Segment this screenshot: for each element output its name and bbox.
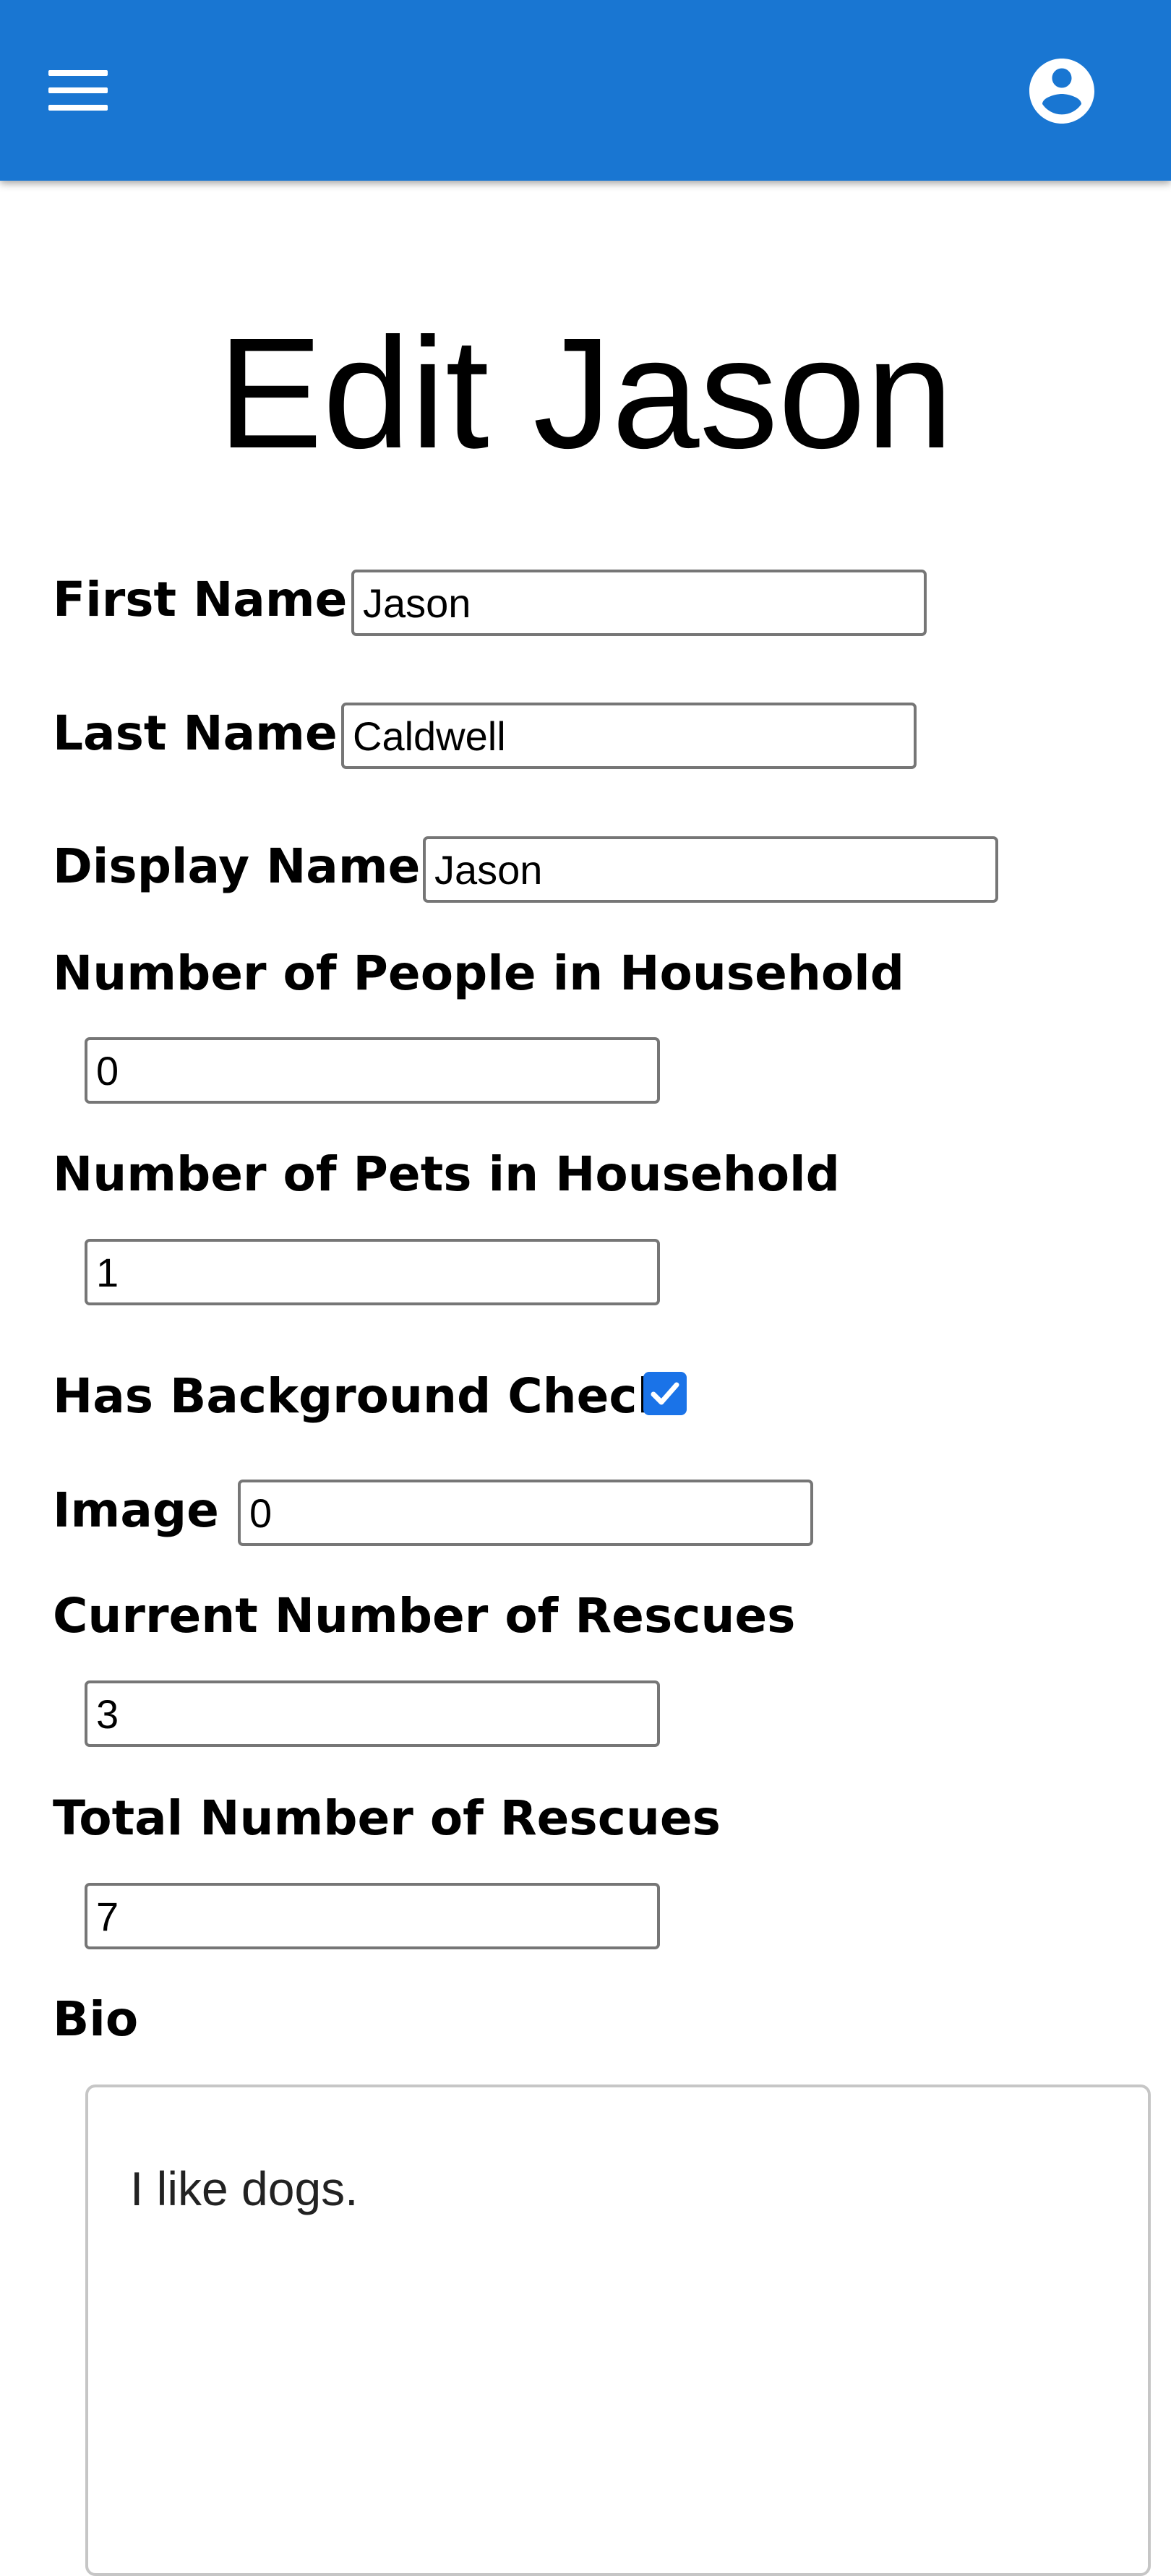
total-rescues-field[interactable] [85,1883,660,1949]
first-name-label: First Name [53,572,348,627]
display-name-label: Display Name [53,838,421,894]
display-name-field[interactable] [423,836,998,903]
bio-label: Bio [53,1991,139,2047]
bio-textarea[interactable]: I like dogs. [85,2085,1151,2576]
page-title: Edit Jason [218,306,953,481]
pets-in-household-label: Number of Pets in Household [53,1146,840,1202]
people-in-household-label: Number of People in Household [53,945,905,1001]
checkmark-icon [651,1382,679,1405]
current-rescues-field[interactable] [85,1680,660,1747]
background-check-checkbox[interactable] [643,1372,687,1415]
background-check-label: Has Background Check [53,1368,669,1424]
image-field[interactable] [238,1480,813,1546]
people-in-household-field[interactable] [85,1037,660,1104]
image-label: Image [53,1482,219,1538]
account-circle-icon [1029,59,1094,124]
app-bar [0,0,1171,181]
total-rescues-label: Total Number of Rescues [53,1790,721,1846]
first-name-field[interactable] [351,570,927,636]
last-name-field[interactable] [341,703,917,769]
pets-in-household-field[interactable] [85,1239,660,1305]
account-button[interactable] [1023,52,1101,130]
last-name-label: Last Name [53,705,338,761]
current-rescues-label: Current Number of Rescues [53,1588,796,1644]
bio-text: I like dogs. [130,2162,359,2215]
menu-button[interactable] [29,51,108,130]
